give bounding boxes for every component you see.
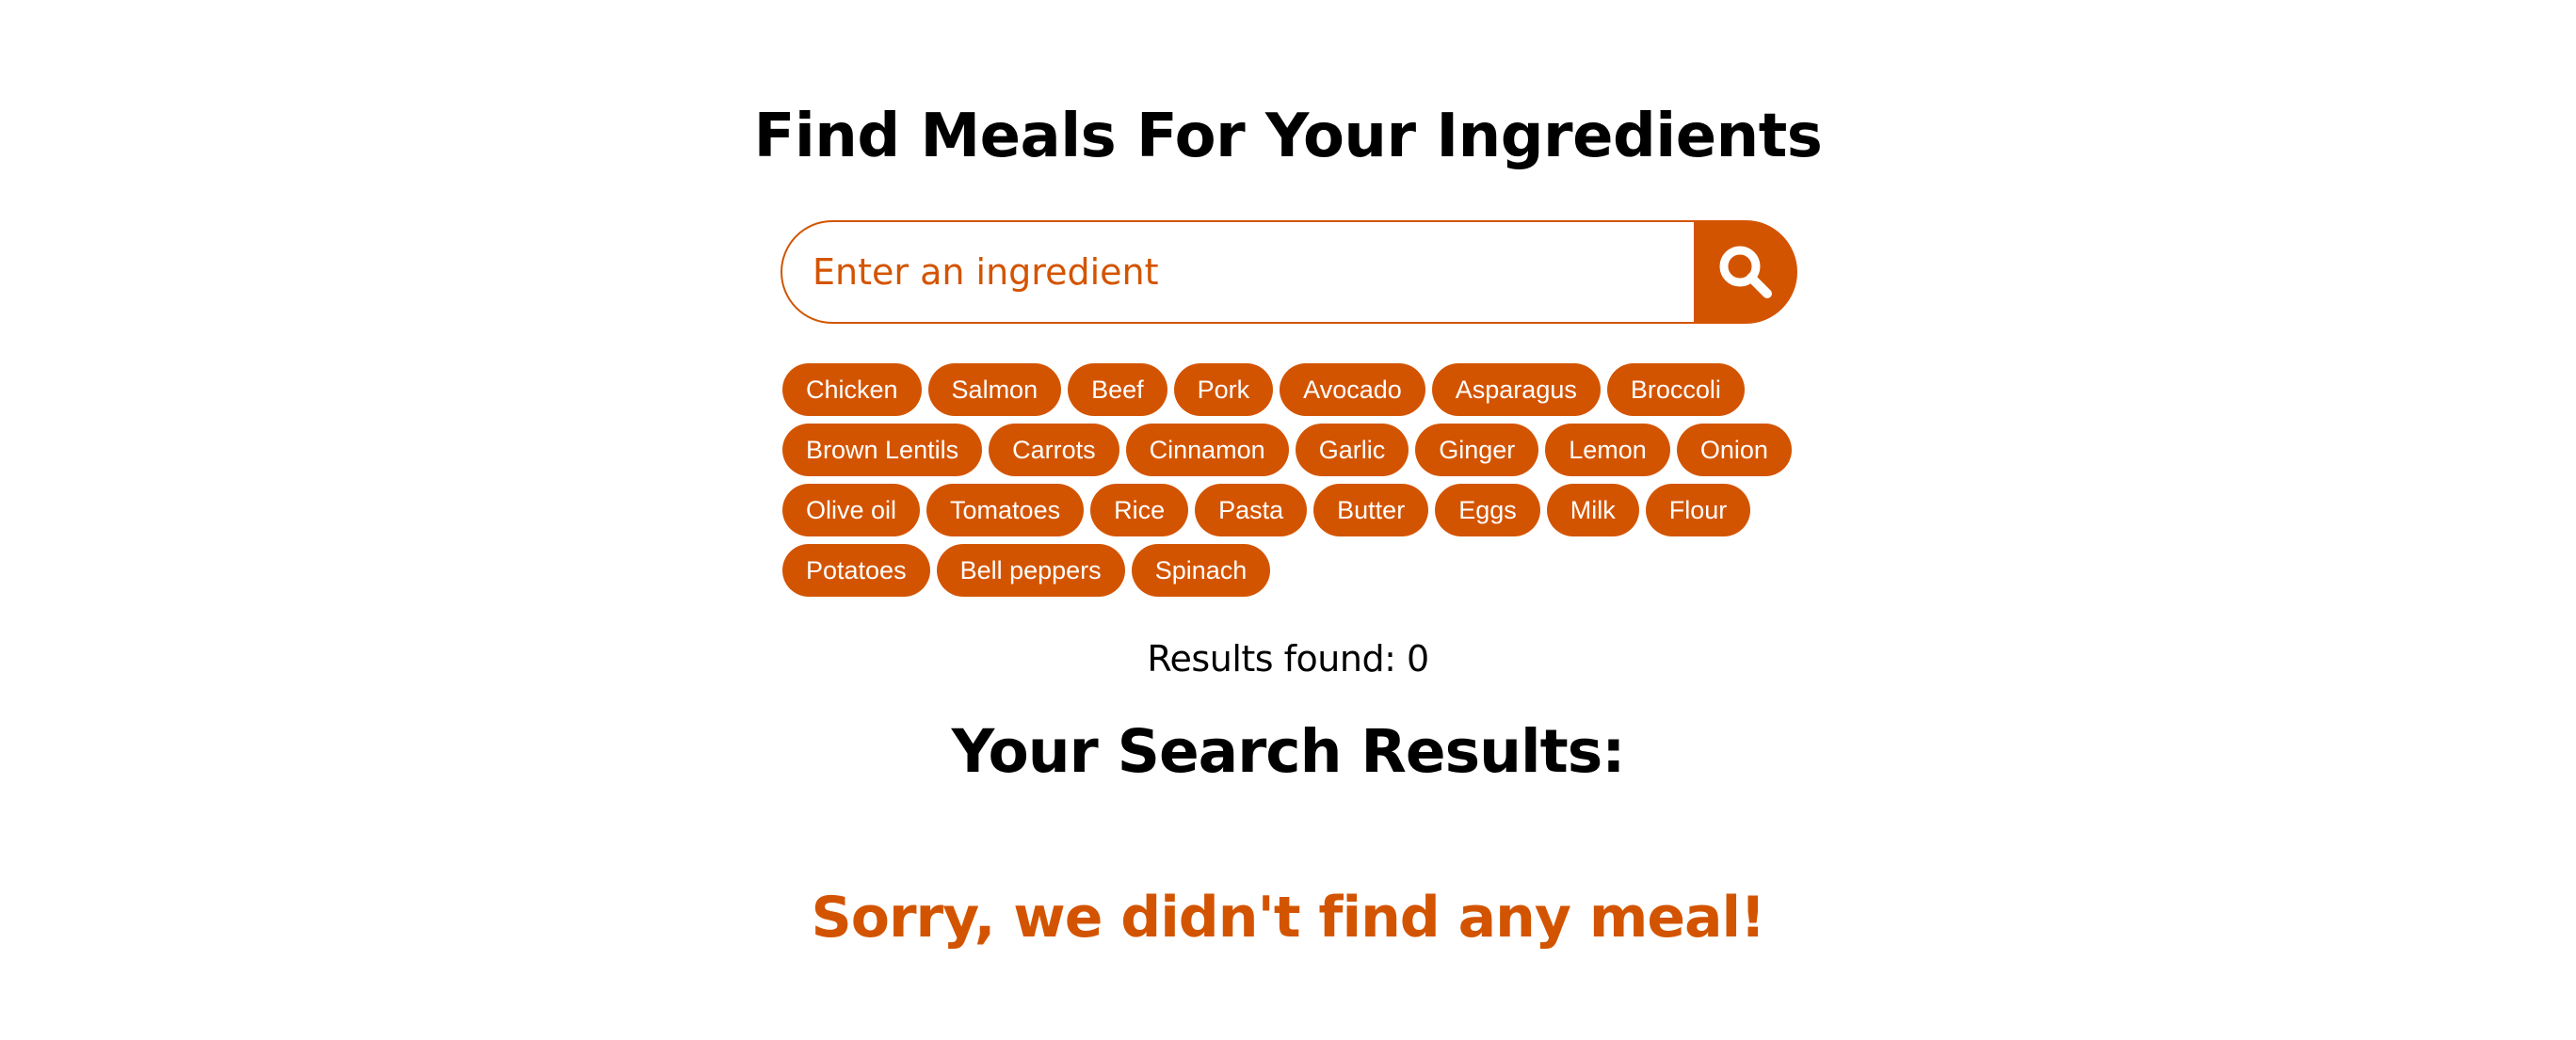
- ingredient-search-input[interactable]: [781, 220, 1694, 324]
- ingredient-chip-milk[interactable]: Milk: [1546, 484, 1639, 536]
- ingredient-chip-beef[interactable]: Beef: [1068, 363, 1167, 416]
- ingredient-chip-flour[interactable]: Flour: [1645, 484, 1751, 536]
- ingredient-chip-potatoes[interactable]: Potatoes: [782, 544, 930, 597]
- ingredient-chip-onion[interactable]: Onion: [1676, 424, 1792, 476]
- ingredient-chip-list: Chicken Salmon Beef Pork Avocado Asparag…: [782, 363, 1799, 604]
- chip-row: Chicken Salmon Beef Pork Avocado Asparag…: [782, 363, 1799, 416]
- ingredient-chip-garlic[interactable]: Garlic: [1295, 424, 1409, 476]
- page-title: Find Meals For Your Ingredients: [753, 102, 1823, 171]
- ingredient-chip-asparagus[interactable]: Asparagus: [1431, 363, 1601, 416]
- ingredient-chip-broccoli[interactable]: Broccoli: [1606, 363, 1745, 416]
- search-button[interactable]: [1694, 220, 1797, 324]
- ingredient-chip-bell-peppers[interactable]: Bell peppers: [936, 544, 1125, 597]
- ingredient-chip-spinach[interactable]: Spinach: [1131, 544, 1271, 597]
- ingredient-chip-chicken[interactable]: Chicken: [782, 363, 922, 416]
- results-heading: Your Search Results:: [951, 717, 1626, 786]
- ingredient-chip-ginger[interactable]: Ginger: [1415, 424, 1539, 476]
- ingredient-chip-avocado[interactable]: Avocado: [1280, 363, 1425, 416]
- chip-row: Potatoes Bell peppers Spinach: [782, 544, 1799, 597]
- ingredient-chip-butter[interactable]: Butter: [1313, 484, 1429, 536]
- ingredient-chip-rice[interactable]: Rice: [1090, 484, 1189, 536]
- ingredient-chip-lemon[interactable]: Lemon: [1545, 424, 1670, 476]
- chip-row: Olive oil Tomatoes Rice Pasta Butter Egg…: [782, 484, 1799, 536]
- search-icon: [1715, 242, 1776, 302]
- search-bar: [781, 220, 1797, 324]
- ingredient-chip-pasta[interactable]: Pasta: [1195, 484, 1308, 536]
- no-results-message: Sorry, we didn't find any meal!: [811, 885, 1766, 951]
- ingredient-chip-olive-oil[interactable]: Olive oil: [782, 484, 921, 536]
- ingredient-chip-tomatoes[interactable]: Tomatoes: [926, 484, 1085, 536]
- ingredient-chip-pork[interactable]: Pork: [1173, 363, 1274, 416]
- ingredient-chip-cinnamon[interactable]: Cinnamon: [1125, 424, 1289, 476]
- page: Find Meals For Your Ingredients Chicken …: [0, 0, 2576, 1040]
- ingredient-chip-carrots[interactable]: Carrots: [989, 424, 1119, 476]
- results-count: Results found: 0: [1147, 638, 1429, 680]
- ingredient-chip-brown-lentils[interactable]: Brown Lentils: [782, 424, 983, 476]
- chip-row: Brown Lentils Carrots Cinnamon Garlic Gi…: [782, 424, 1799, 476]
- ingredient-chip-eggs[interactable]: Eggs: [1435, 484, 1540, 536]
- ingredient-chip-salmon[interactable]: Salmon: [927, 363, 1062, 416]
